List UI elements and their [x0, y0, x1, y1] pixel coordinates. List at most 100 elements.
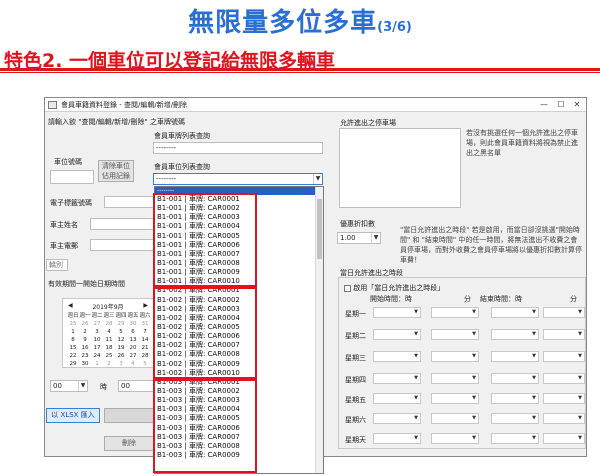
calendar-day[interactable]: 5 — [139, 360, 151, 368]
calendar-day[interactable]: 15 — [67, 344, 79, 352]
calendar-day[interactable]: 18 — [103, 344, 115, 352]
calendar-day[interactable]: 20 — [127, 344, 139, 352]
start-minute-spinner[interactable]: ▼ — [431, 433, 479, 444]
clear-slot-button[interactable]: 清除車位佔用記錄 — [98, 160, 134, 182]
chevron-down-icon[interactable]: ▼ — [371, 233, 380, 243]
calendar-day[interactable]: 3 — [91, 328, 103, 336]
plate-list-dropdown[interactable]: -------- — [153, 142, 323, 154]
calendar-day[interactable]: 2 — [103, 360, 115, 368]
calendar-day[interactable]: 3 — [115, 360, 127, 368]
start-minute-spinner[interactable]: ▼ — [431, 393, 479, 404]
calendar-day[interactable]: 14 — [139, 336, 151, 344]
start-hour-spinner[interactable]: ▼ — [373, 307, 421, 318]
start-date-calendar[interactable]: ◀ 2019年9月 ▶ 週日 週一 週二 週三 週四 週五 週六 25 26 2… — [62, 298, 154, 368]
minute-dropdown[interactable]: 00 — [118, 380, 154, 392]
calendar-day[interactable]: 4 — [103, 328, 115, 336]
chevron-down-icon[interactable]: ▼ — [313, 174, 322, 184]
start-hour-spinner[interactable]: ▼ — [373, 329, 421, 340]
start-hour-spinner[interactable]: ▼ — [373, 413, 421, 424]
calendar-day[interactable]: 27 — [91, 320, 103, 328]
end-minute-spinner[interactable]: ▼ — [543, 351, 585, 362]
enable-period-checkbox[interactable]: 啟用「當日允許進出之時段」 — [344, 283, 444, 293]
calendar-day[interactable]: 28 — [139, 352, 151, 360]
end-hour-spinner[interactable]: ▼ — [491, 393, 539, 404]
start-hour-spinner[interactable]: ▼ — [373, 433, 421, 444]
calendar-day[interactable]: 11 — [103, 336, 115, 344]
calendar-day[interactable]: 30 — [79, 360, 91, 368]
start-hour-spinner[interactable]: ▼ — [373, 351, 421, 362]
calendar-day[interactable]: 25 — [103, 352, 115, 360]
tag-no-input[interactable] — [104, 196, 154, 208]
calendar-day[interactable]: 27 — [127, 352, 139, 360]
chevron-down-icon[interactable]: ▼ — [78, 381, 87, 391]
calendar-day[interactable]: 12 — [115, 336, 127, 344]
allowed-lots-label: 允許進出之停車場 — [340, 119, 396, 127]
calendar-day[interactable]: 9 — [79, 336, 91, 344]
delete-button[interactable]: 刪除 — [104, 436, 154, 451]
end-minute-spinner[interactable]: ▼ — [543, 373, 585, 384]
maximize-icon[interactable]: ☐ — [553, 98, 569, 111]
start-minute-spinner[interactable]: ▼ — [431, 413, 479, 424]
scrollbar-thumb[interactable] — [317, 199, 322, 259]
calendar-day[interactable]: 26 — [115, 352, 127, 360]
calendar-day[interactable]: 5 — [115, 328, 127, 336]
calendar-day[interactable]: 28 — [103, 320, 115, 328]
calendar-day[interactable]: 13 — [127, 336, 139, 344]
calendar-day[interactable]: 8 — [67, 336, 79, 344]
calendar-day[interactable]: 22 — [67, 352, 79, 360]
slot-no-input[interactable] — [50, 170, 94, 184]
start-hour-spinner[interactable]: ▼ — [373, 393, 421, 404]
subtitle-rule-thin — [0, 72, 600, 73]
calendar-day[interactable]: 10 — [91, 336, 103, 344]
end-minute-spinner[interactable]: ▼ — [543, 433, 585, 444]
hour-dropdown[interactable]: 00 ▼ — [50, 380, 88, 392]
calendar-day[interactable]: 29 — [67, 360, 79, 368]
category-field[interactable]: 轎別 — [46, 259, 68, 271]
start-minute-spinner[interactable]: ▼ — [431, 329, 479, 340]
calendar-day[interactable]: 21 — [139, 344, 151, 352]
end-hour-spinner[interactable]: ▼ — [491, 373, 539, 384]
start-minute-spinner[interactable]: ▼ — [431, 373, 479, 384]
calendar-day[interactable]: 1 — [67, 328, 79, 336]
owner-name-input[interactable] — [90, 218, 154, 230]
allowed-lots-list[interactable] — [339, 128, 461, 208]
start-minute-spinner[interactable]: ▼ — [431, 351, 479, 362]
calendar-day[interactable]: 1 — [91, 360, 103, 368]
end-hour-spinner[interactable]: ▼ — [491, 413, 539, 424]
end-hour-spinner[interactable]: ▼ — [491, 351, 539, 362]
import-xlsx-button[interactable]: 以 XLSX 匯入 — [46, 408, 100, 423]
calendar-day[interactable]: 16 — [79, 344, 91, 352]
calendar-day[interactable]: 23 — [79, 352, 91, 360]
calendar-day[interactable]: 7 — [139, 328, 151, 336]
calendar-day[interactable]: 26 — [79, 320, 91, 328]
slot-list-dropdown[interactable]: -------- ▼ — [153, 173, 323, 185]
end-minute-spinner[interactable]: ▼ — [543, 393, 585, 404]
close-icon[interactable]: ✕ — [569, 98, 585, 111]
calendar-day[interactable]: 24 — [91, 352, 103, 360]
checkbox-icon[interactable] — [344, 284, 351, 292]
start-hour-spinner[interactable]: ▼ — [373, 373, 421, 384]
start-minute-spinner[interactable]: ▼ — [431, 307, 479, 318]
end-hour-spinner[interactable]: ▼ — [491, 433, 539, 444]
minimize-icon[interactable]: — — [536, 98, 552, 111]
end-hour-spinner[interactable]: ▼ — [491, 307, 539, 318]
calendar-day[interactable]: 30 — [127, 320, 139, 328]
calendar-day[interactable]: 6 — [127, 328, 139, 336]
calendar-prev-icon[interactable]: ◀ — [68, 302, 73, 309]
calendar-day[interactable]: 17 — [91, 344, 103, 352]
calendar-day[interactable]: 29 — [115, 320, 127, 328]
calendar-day[interactable]: 2 — [79, 328, 91, 336]
discount-dropdown[interactable]: 1.00 ▼ — [337, 232, 381, 244]
end-minute-spinner[interactable]: ▼ — [543, 413, 585, 424]
calendar-weekday: 週三 — [103, 313, 115, 319]
calendar-day[interactable]: 4 — [127, 360, 139, 368]
end-minute-spinner[interactable]: ▼ — [543, 307, 585, 318]
calendar-day[interactable]: 25 — [67, 320, 79, 328]
end-hour-spinner[interactable]: ▼ — [491, 329, 539, 340]
end-minute-spinner[interactable]: ▼ — [543, 329, 585, 340]
calendar-day[interactable]: 31 — [139, 320, 151, 328]
dropdown-scrollbar[interactable] — [315, 187, 323, 473]
calendar-day[interactable]: 19 — [115, 344, 127, 352]
owner-phone-input[interactable] — [90, 239, 154, 251]
calendar-next-icon[interactable]: ▶ — [143, 302, 148, 309]
